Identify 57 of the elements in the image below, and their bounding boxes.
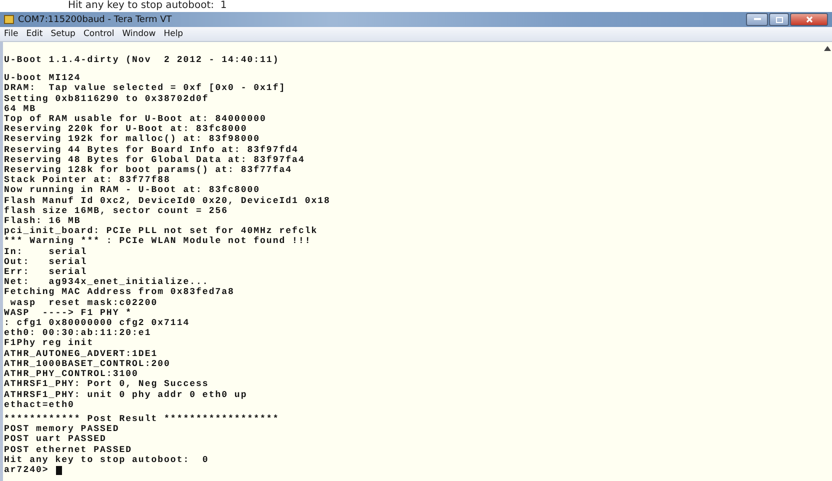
terminal-line: DRAM: Tap value selected = 0xf [0x0 - 0x1f]: [4, 83, 287, 94]
window-title: COM7:115200baud - Tera Term VT: [18, 14, 172, 24]
minimize-icon: [754, 18, 760, 21]
terminal-line: Err: serial: [4, 267, 88, 278]
terminal-line: ethact=eth0: [4, 400, 76, 410]
terminal-line: U-boot MI124: [4, 73, 82, 84]
terminal-line: POST uart PASSED: [4, 434, 108, 445]
terminal-line: 64 MB: [4, 104, 38, 114]
terminal-line: Hit any key to stop autoboot: 0: [4, 454, 210, 465]
terminal-line: eth0: 00:30:ab:11:20:e1: [4, 328, 152, 338]
cursor: [56, 466, 62, 475]
terminal-line: Reserving 128k for boot params() at: 83f77fa4: [4, 165, 294, 176]
menu-item[interactable]: Window: [122, 29, 156, 39]
terminal-line: pci_init_board: PCIe PLL not set for 40MHz refclk: [4, 226, 319, 236]
terminal-icon: [4, 15, 14, 24]
terminal-line: ATHR_1000BASET_CONTROL:200: [4, 358, 172, 370]
terminal-line: F1Phy reg init: [4, 338, 95, 349]
terminal-line: wasp reset mask:c02200: [9, 298, 159, 308]
scroll-up-icon[interactable]: [824, 46, 830, 51]
terminal-line: flash size 16MB, sector count = 256: [4, 206, 230, 216]
terminal-line: Reserving 48 Bytes for Global Data at: 83f97fa4: [4, 154, 306, 165]
terminal-line: Now running in RAM - U-Boot at: 83fc8000: [4, 185, 262, 196]
terminal-line: Setting 0xb8116290 to 0x38702d0f: [4, 94, 210, 104]
menu-item[interactable]: Setup: [50, 29, 76, 39]
maximize-icon: [776, 16, 782, 22]
terminal-line: ************ Post Result ******************: [4, 414, 280, 424]
minimize-button[interactable]: [746, 13, 768, 26]
terminal-prompt: ar7240>: [4, 464, 49, 476]
terminal-line: ATHR_PHY_CONTROL:3100: [4, 369, 140, 380]
terminal-line: ATHRSF1_PHY: unit 0 phy addr 0 eth0 up: [4, 390, 248, 400]
terminal-line: Fetching MAC Address from 0x83fed7a8: [4, 287, 236, 298]
terminal-line: Flash: 16 MB: [4, 216, 82, 226]
terminal-line: Reserving 220k for U-Boot at: 83fc8000: [4, 124, 248, 134]
menu-item[interactable]: Control: [83, 29, 114, 39]
terminal-line: Stack Pointer at: 83f77f88: [4, 175, 172, 186]
terminal-line: ATHRSF1_PHY: Port 0, Neg Success: [4, 379, 210, 390]
menu-item[interactable]: File: [4, 29, 18, 39]
terminal-line: Reserving 192k for malloc() at: 83f98000: [4, 134, 262, 145]
terminal-line: *** Warning *** : PCIe WLAN Module not found !!!: [4, 236, 312, 247]
terminal-line: POST memory PASSED: [4, 424, 120, 434]
close-button[interactable]: [790, 13, 828, 26]
terminal-line: In: serial: [4, 246, 88, 257]
maximize-button[interactable]: [769, 13, 789, 26]
terminal-line: : cfg1 0x80000000 cfg2 0x7114: [4, 318, 191, 328]
caption-text: Hit any key to stop autoboot: 1: [68, 0, 227, 12]
terminal-line: ATHR_AUTONEG_ADVERT:1DE1: [4, 348, 159, 359]
terminal-line: U-Boot 1.1.4-dirty (Nov 2 2012 - 14:40:11): [4, 55, 280, 66]
terminal-line: Net: ag934x_enet_initialize...: [4, 277, 209, 288]
terminal-line: WASP ----> F1 PHY *: [4, 308, 134, 318]
menu-item[interactable]: Help: [164, 29, 184, 39]
menu-item[interactable]: Edit: [26, 29, 43, 39]
terminal-line: Flash Manuf Id 0xc2, DeviceId0 0x20, DeviceId1 0x18: [4, 196, 332, 206]
terminal-line: Out: serial: [4, 256, 88, 268]
close-icon: [806, 16, 812, 23]
terminal-line: POST ethernet PASSED: [4, 444, 134, 455]
terminal-line: Top of RAM usable for U-Boot at: 84000000: [4, 114, 268, 124]
terminal-line: Reserving 44 Bytes for Board Info at: 83f97fd4: [4, 144, 300, 155]
